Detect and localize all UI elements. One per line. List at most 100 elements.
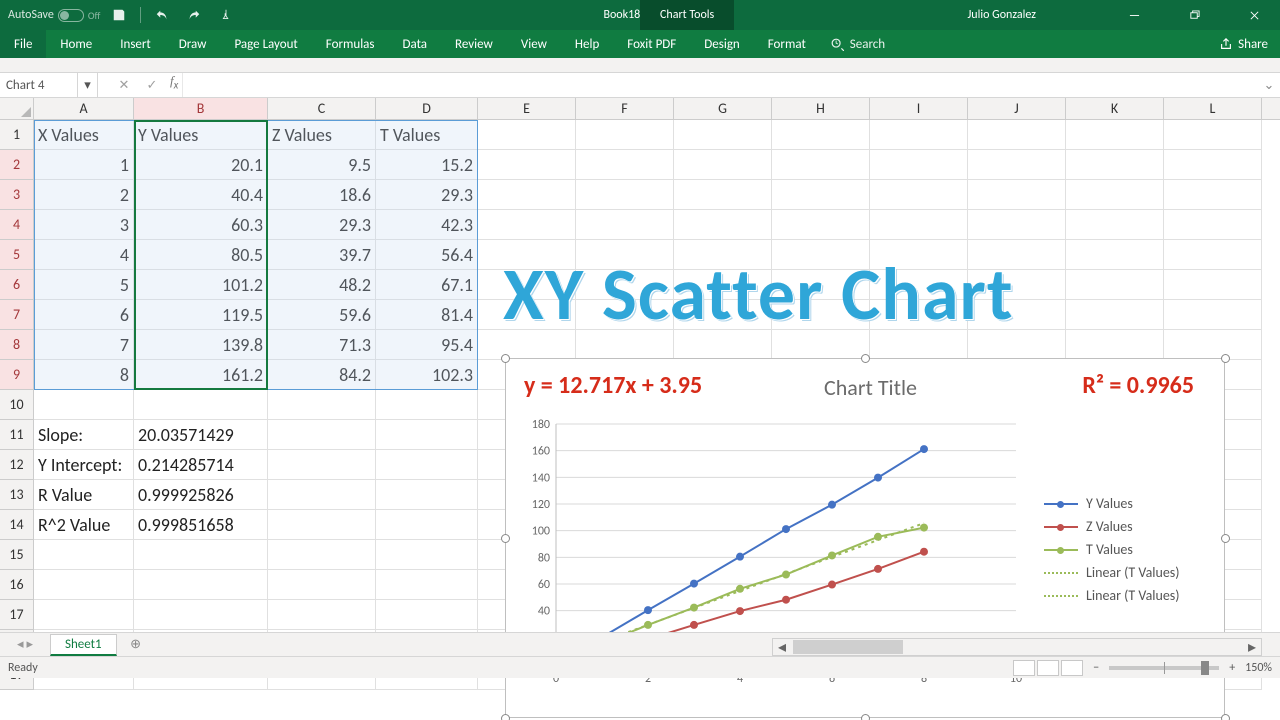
cancel-icon[interactable]: ✕ [110, 73, 138, 97]
cell[interactable] [1066, 270, 1164, 300]
tab-page-layout[interactable]: Page Layout [220, 30, 311, 58]
cell[interactable] [968, 210, 1066, 240]
cell[interactable] [576, 150, 674, 180]
cell[interactable] [772, 180, 870, 210]
cell[interactable]: 6 [34, 300, 134, 330]
name-box[interactable]: Chart 4 [0, 73, 78, 97]
cell[interactable]: Y Values [134, 120, 268, 150]
cell[interactable] [968, 120, 1066, 150]
cell[interactable] [268, 480, 376, 510]
legend-item[interactable]: Z Values [1044, 518, 1214, 535]
cell[interactable] [376, 450, 478, 480]
zoom-out-icon[interactable]: − [1093, 661, 1099, 675]
resize-handle[interactable] [501, 714, 510, 720]
cell[interactable] [674, 120, 772, 150]
cell[interactable] [1066, 180, 1164, 210]
cell[interactable]: 56.4 [376, 240, 478, 270]
cell[interactable]: 80.5 [134, 240, 268, 270]
touch-mode-icon[interactable] [213, 1, 239, 29]
col-header-b[interactable]: B [134, 98, 268, 119]
close-button[interactable] [1232, 0, 1276, 30]
cell[interactable]: 7 [34, 330, 134, 360]
legend-item[interactable]: Y Values [1044, 495, 1214, 512]
cell[interactable]: 5 [34, 270, 134, 300]
cell[interactable] [478, 120, 576, 150]
restore-button[interactable] [1172, 0, 1216, 30]
cell[interactable] [376, 480, 478, 510]
select-all-cells[interactable] [0, 98, 34, 119]
cell[interactable] [34, 390, 134, 420]
cell[interactable] [268, 600, 376, 630]
row-header[interactable]: 13 [0, 480, 34, 510]
resize-handle[interactable] [861, 714, 870, 720]
cell[interactable]: 4 [34, 240, 134, 270]
row-header[interactable]: 12 [0, 450, 34, 480]
cell[interactable] [376, 420, 478, 450]
cell[interactable] [376, 390, 478, 420]
worksheet-grid[interactable]: A B C D E F G H I J K L 1234567891011121… [0, 98, 1280, 678]
resize-handle[interactable] [1221, 354, 1230, 363]
row-header[interactable]: 7 [0, 300, 34, 330]
cell[interactable] [34, 540, 134, 570]
cell[interactable]: R Value [34, 480, 134, 510]
enter-icon[interactable]: ✓ [138, 73, 166, 97]
horizontal-scrollbar[interactable]: ◂ ▸ [772, 638, 1262, 656]
cell[interactable] [1164, 270, 1262, 300]
cell[interactable]: 139.8 [134, 330, 268, 360]
resize-handle[interactable] [501, 534, 510, 543]
row-header[interactable]: 17 [0, 600, 34, 630]
cell[interactable] [1066, 150, 1164, 180]
chart-legend[interactable]: Y Values Z Values T Values Linear (T Val… [1044, 489, 1214, 610]
cell[interactable] [1164, 240, 1262, 270]
row-header[interactable]: 2 [0, 150, 34, 180]
tab-foxit-pdf[interactable]: Foxit PDF [613, 30, 690, 58]
row-header[interactable]: 16 [0, 570, 34, 600]
cell[interactable]: 0.999851658 [134, 510, 268, 540]
resize-handle[interactable] [501, 354, 510, 363]
cell[interactable]: Z Values [268, 120, 376, 150]
cell[interactable] [134, 600, 268, 630]
cell[interactable] [268, 420, 376, 450]
cell[interactable]: 48.2 [268, 270, 376, 300]
cell[interactable]: 60.3 [134, 210, 268, 240]
cell[interactable] [376, 600, 478, 630]
add-sheet-button[interactable]: ⊕ [123, 635, 149, 655]
cell[interactable]: 71.3 [268, 330, 376, 360]
row-header[interactable]: 11 [0, 420, 34, 450]
col-header-g[interactable]: G [674, 98, 772, 119]
cell[interactable] [268, 390, 376, 420]
cell[interactable] [772, 210, 870, 240]
cell[interactable]: 29.3 [376, 180, 478, 210]
autosave-switch[interactable] [58, 9, 84, 22]
cell[interactable] [376, 510, 478, 540]
zoom-slider[interactable] [1109, 666, 1219, 670]
cell[interactable]: 1 [34, 150, 134, 180]
cell[interactable]: Slope: [34, 420, 134, 450]
cell[interactable] [1066, 330, 1164, 360]
cell[interactable] [134, 390, 268, 420]
cell[interactable] [1066, 120, 1164, 150]
autosave-toggle[interactable]: AutoSave Off [8, 8, 100, 22]
cell[interactable]: Y Intercept: [34, 450, 134, 480]
cell[interactable]: 40.4 [134, 180, 268, 210]
cell[interactable] [1066, 240, 1164, 270]
zoom-level[interactable]: 150% [1245, 661, 1272, 675]
cell[interactable] [134, 570, 268, 600]
cell[interactable]: 161.2 [134, 360, 268, 390]
tab-home[interactable]: Home [46, 30, 106, 58]
cell[interactable] [772, 150, 870, 180]
cell[interactable] [1066, 210, 1164, 240]
col-header-j[interactable]: J [968, 98, 1066, 119]
scroll-right-icon[interactable]: ▸ [1243, 639, 1261, 655]
tab-file[interactable]: File [0, 30, 46, 58]
cell[interactable] [268, 540, 376, 570]
cell[interactable] [870, 210, 968, 240]
resize-handle[interactable] [1221, 534, 1230, 543]
cell[interactable] [1164, 210, 1262, 240]
cell[interactable] [772, 120, 870, 150]
row-header[interactable]: 1 [0, 120, 34, 150]
cell[interactable] [376, 540, 478, 570]
cell[interactable] [268, 570, 376, 600]
col-header-e[interactable]: E [478, 98, 576, 119]
cell[interactable]: R^2 Value [34, 510, 134, 540]
